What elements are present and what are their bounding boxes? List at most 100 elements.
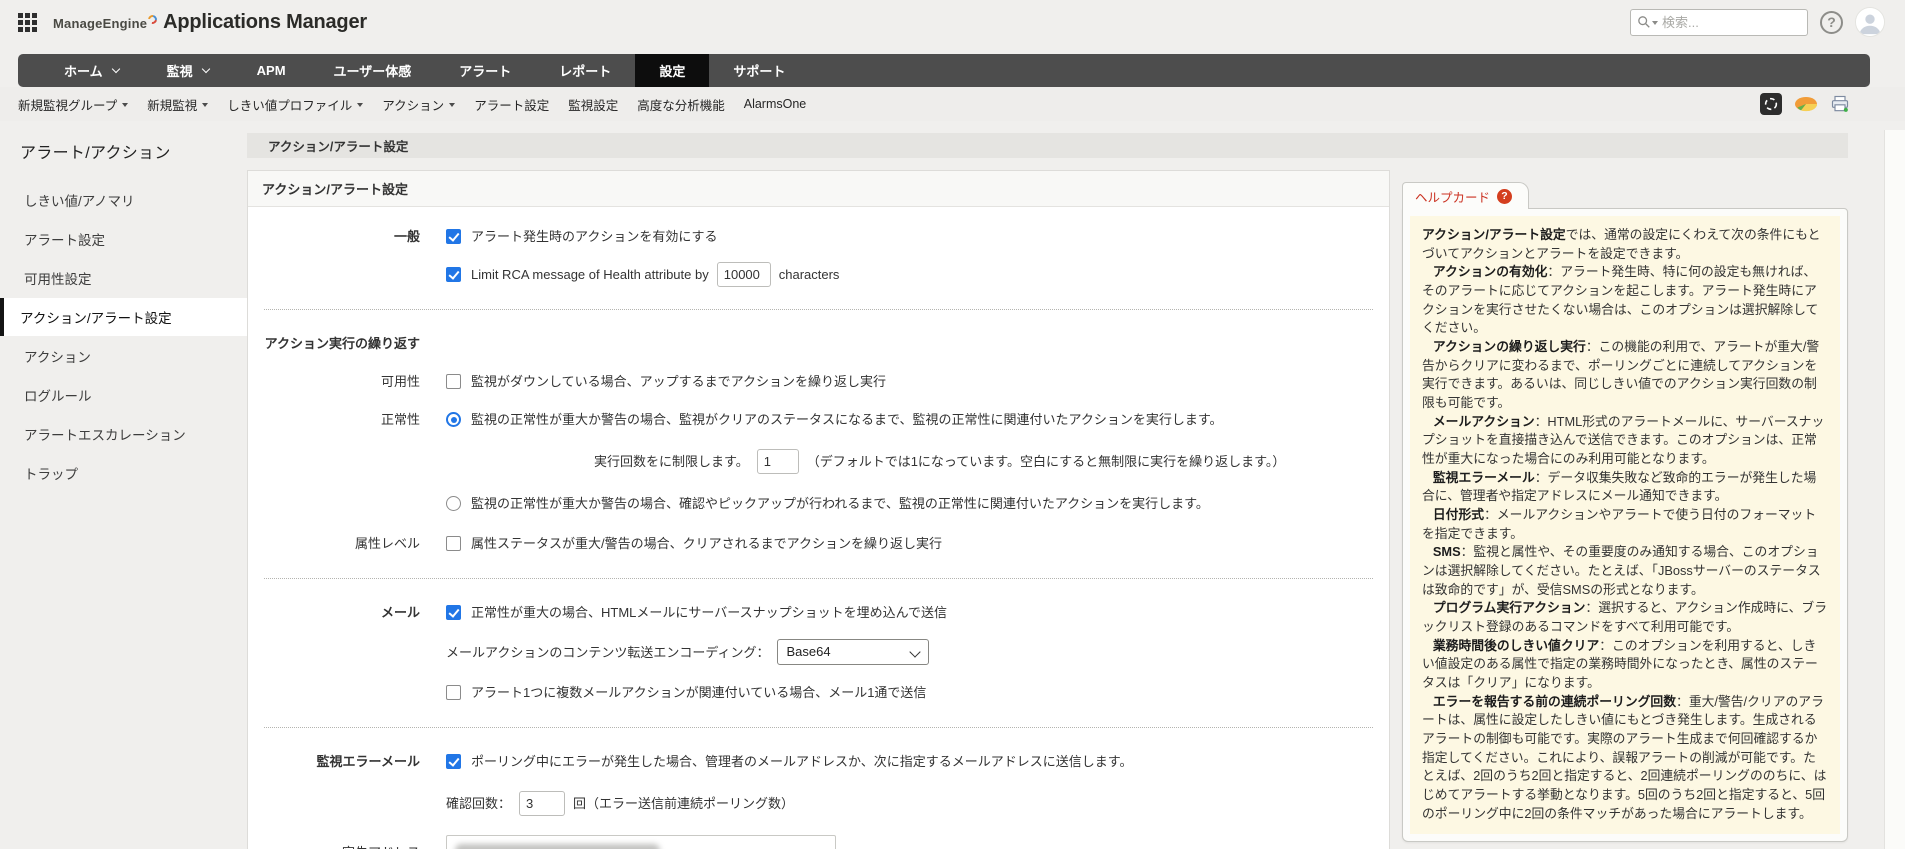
attribute-repeat-checkbox[interactable] — [446, 536, 461, 551]
question-badge-icon: ? — [1497, 189, 1512, 204]
panel-title: アクション/アラート設定 — [248, 171, 1389, 207]
health-repeat-until-ack-radio[interactable] — [446, 496, 461, 511]
nav-settings[interactable]: 設定 — [635, 54, 709, 87]
search-scope-caret-icon[interactable] — [1652, 21, 1658, 25]
dropdown-triangle-icon — [122, 103, 128, 107]
subnav-monitor-settings[interactable]: 監視設定 — [568, 95, 618, 114]
health-repeat-until-clear-radio[interactable] — [446, 412, 461, 427]
sidebar-item-action-alert-settings[interactable]: アクション/アラート設定 — [0, 298, 247, 336]
topbar: ManageEngine Applications Manager ? — [0, 0, 1905, 44]
subnav-new-monitor[interactable]: 新規監視 — [147, 95, 208, 114]
subnav-advanced-analytics[interactable]: 高度な分析機能 — [637, 95, 725, 114]
sidebar-item-actions[interactable]: アクション — [0, 337, 247, 375]
sub-nav: 新規監視グループ 新規監視 しきい値プロファイル アクション アラート設定 監視… — [0, 87, 1905, 121]
dropdown-triangle-icon — [202, 103, 208, 107]
confirm-count-input[interactable] — [519, 791, 565, 816]
confirm-count-suffix: 回（エラー送信前連続ポーリング数） — [573, 794, 794, 814]
page-title: アクション/アラート設定 — [268, 136, 408, 155]
error-mail-checkbox[interactable] — [446, 754, 461, 769]
content-region: アラート/アクション しきい値/アノマリ アラート設定 可用性設定 アクション/… — [0, 121, 1905, 836]
search-input[interactable] — [1662, 15, 1801, 30]
help-card: アクション/アラート設定では、通常の設定にくわえて次の条件にもとづいてアクション… — [1402, 208, 1848, 842]
brand-logo: ManageEngine Applications Manager — [53, 11, 367, 34]
enable-actions-label: アラート発生時のアクションを有効にする — [471, 227, 717, 247]
main-region: アクション/アラート設定 アクション/アラート設定 一般 アラート発生時のアクシ… — [247, 121, 1848, 836]
sidebar-item-traps[interactable]: トラップ — [0, 454, 247, 492]
section-divider — [264, 578, 1373, 579]
shutter-icon[interactable] — [1760, 93, 1782, 115]
help-intro: アクション/アラート設定では、通常の設定にくわえて次の条件にもとづいてアクション… — [1422, 226, 1828, 263]
help-glyph: ? — [1827, 14, 1836, 30]
subnav-new-monitor-group[interactable]: 新規監視グループ — [18, 95, 128, 114]
section-label-general: 一般 — [248, 225, 446, 246]
section-label-repeat-actions: アクション実行の繰り返す — [248, 332, 446, 353]
dropdown-triangle-icon — [449, 103, 455, 107]
page-header-bar: アクション/アラート設定 — [247, 133, 1848, 158]
mail-consolidate-checkbox[interactable] — [446, 685, 461, 700]
user-avatar[interactable] — [1855, 7, 1885, 37]
topbar-right: ? — [1630, 7, 1885, 37]
app-grid-icon[interactable] — [18, 13, 37, 32]
dropdown-triangle-icon — [357, 103, 363, 107]
sidebar-item-threshold-anomaly[interactable]: しきい値/アノマリ — [0, 181, 247, 219]
sidebar-item-alert-settings[interactable]: アラート設定 — [0, 220, 247, 258]
confirm-count-label: 確認回数： — [446, 794, 511, 814]
subnav-actions[interactable]: アクション — [382, 95, 455, 114]
repeat-availability-checkbox[interactable] — [446, 374, 461, 389]
health-radio1-label: 監視の正常性が重大か警告の場合、監視がクリアのステータスになるまで、監視の正常性… — [471, 410, 1223, 430]
help-item: SMS：監視と属性や、その重要度のみ通知する場合、このオプションは選択解除してく… — [1422, 543, 1828, 599]
enable-actions-checkbox[interactable] — [446, 229, 461, 244]
section-divider — [264, 309, 1373, 310]
help-item: 業務時間後のしきい値クリア：このオプションを利用すると、しきい値設定のある属性で… — [1422, 637, 1828, 693]
mail-encoding-select[interactable]: Base64 — [777, 639, 929, 665]
nav-support[interactable]: サポート — [709, 54, 809, 87]
execution-limit-note: （デフォルトでは1になっています。空白にすると無制限に実行を繰り返します。） — [807, 452, 1286, 472]
pie-chart-icon[interactable] — [1793, 95, 1819, 113]
help-item: メールアクション：HTML形式のアラートメールに、サーバースナップショットを直接… — [1422, 413, 1828, 469]
nav-apm[interactable]: APM — [233, 54, 310, 87]
nav-user-experience[interactable]: ユーザー体感 — [310, 54, 436, 87]
mail-snapshot-label: 正常性が重大の場合、HTMLメールにサーバースナップショットを埋め込んで送信 — [471, 603, 947, 623]
sidebar: アラート/アクション しきい値/アノマリ アラート設定 可用性設定 アクション/… — [0, 121, 247, 836]
sidebar-item-alert-escalation[interactable]: アラートエスカレーション — [0, 415, 247, 453]
recipient-address-label: 宛先アドレス — [248, 838, 446, 849]
redacted-address-value — [455, 844, 660, 849]
rca-limit-input[interactable] — [717, 262, 771, 287]
repeat-availability-label: 監視がダウンしている場合、アップするまでアクションを繰り返し実行 — [471, 372, 886, 392]
subnav-alarmsone[interactable]: AlarmsOne — [744, 97, 807, 111]
printer-icon[interactable] — [1830, 94, 1850, 114]
app-root: ManageEngine Applications Manager ? ホーム … — [0, 0, 1905, 849]
scrollbar-gutter[interactable] — [1884, 130, 1905, 849]
chevron-down-icon — [201, 65, 209, 73]
execution-limit-input[interactable] — [757, 449, 799, 474]
nav-monitor[interactable]: 監視 — [143, 54, 233, 87]
subnav-alert-settings[interactable]: アラート設定 — [474, 95, 549, 114]
row-label-attribute-level: 属性レベル — [248, 532, 446, 553]
mail-snapshot-checkbox[interactable] — [446, 605, 461, 620]
help-card-body: アクション/アラート設定では、通常の設定にくわえて次の条件にもとづいてアクション… — [1410, 216, 1840, 834]
error-mail-label: ポーリング中にエラーが発生した場合、管理者のメールアドレスか、次に指定するメール… — [471, 752, 1132, 772]
help-item: 監視エラーメール：データ収集失敗など致命的エラーが発生した場合に、管理者や指定ア… — [1422, 469, 1828, 506]
help-item: アクションの有効化：アラート発生時、特に何の設定も無ければ、そのアラートに応じて… — [1422, 263, 1828, 338]
nav-home[interactable]: ホーム — [40, 54, 143, 87]
help-item: 日付形式：メールアクションやアラートで使う日付のフォーマットを指定できます。 — [1422, 506, 1828, 543]
help-card-region: ヘルプカード ? アクション/アラート設定では、通常の設定にくわえて次の条件にも… — [1402, 182, 1848, 842]
product-title: Applications Manager — [163, 11, 367, 34]
limit-rca-checkbox[interactable] — [446, 267, 461, 282]
subnav-threshold-profile[interactable]: しきい値プロファイル — [227, 95, 363, 114]
help-icon[interactable]: ? — [1820, 11, 1843, 34]
sidebar-item-log-rules[interactable]: ログルール — [0, 376, 247, 414]
main-nav: ホーム 監視 APM ユーザー体感 アラート レポート 設定 サポート — [18, 54, 1870, 87]
sidebar-item-availability-settings[interactable]: 可用性設定 — [0, 259, 247, 297]
global-search[interactable] — [1630, 9, 1808, 36]
section-label-error-mail: 監視エラーメール — [248, 750, 446, 771]
nav-alerts[interactable]: アラート — [435, 54, 535, 87]
nav-reports[interactable]: レポート — [535, 54, 635, 87]
recipient-address-input[interactable] — [446, 835, 836, 849]
health-radio2-label: 監視の正常性が重大か警告の場合、確認やピックアップが行われるまで、監視の正常性に… — [471, 494, 1209, 514]
settings-panel: アクション/アラート設定 一般 アラート発生時のアクションを有効にする — [247, 170, 1390, 849]
subnav-tools — [1760, 93, 1850, 115]
help-card-tab[interactable]: ヘルプカード ? — [1402, 182, 1529, 209]
section-divider — [264, 727, 1373, 728]
section-label-mail: メール — [248, 601, 446, 622]
